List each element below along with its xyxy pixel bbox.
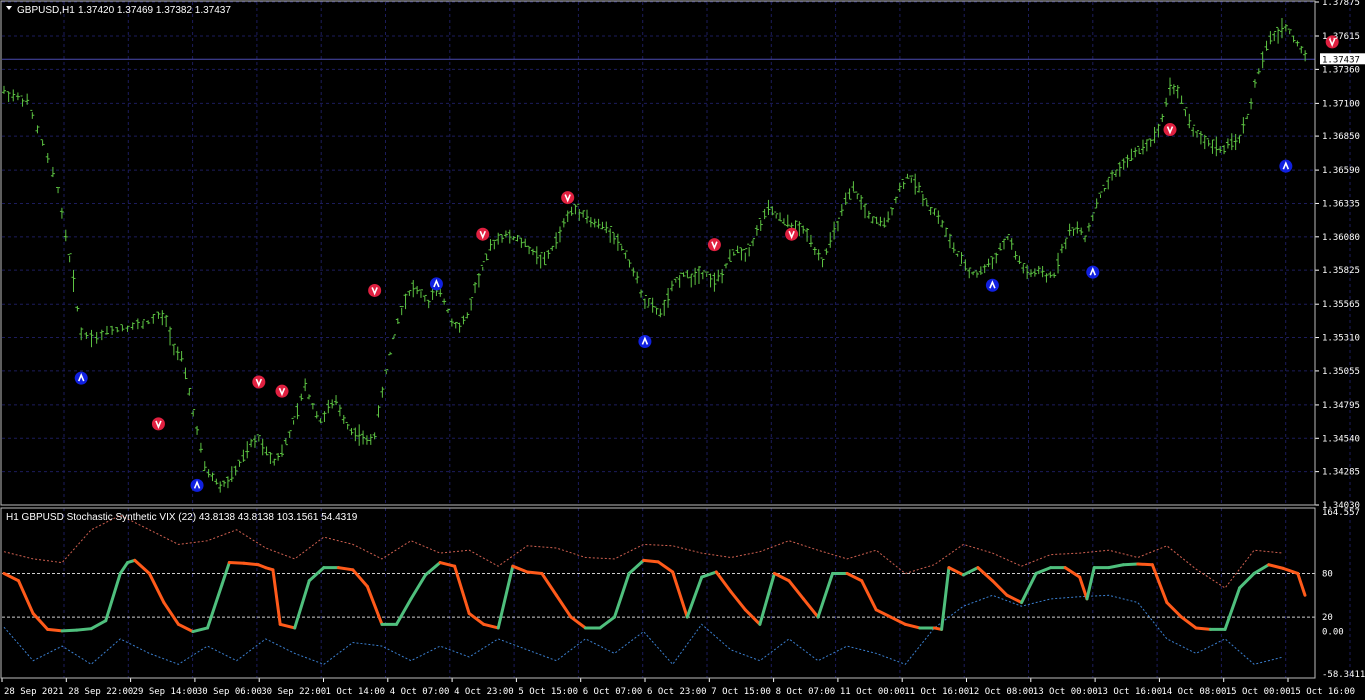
price-tick-label: 1.35055 (1322, 367, 1360, 377)
price-tick-label: 1.34795 (1322, 401, 1360, 411)
indicator-tick-label: 20 (1322, 613, 1333, 623)
oscillator-segment (75, 627, 93, 632)
oscillator-segment (1194, 626, 1213, 631)
time-tick-label: 4 Oct 07:00 (390, 687, 450, 697)
current-price-label: 1.37437 (1322, 55, 1360, 65)
indicator-header: H1 GBPUSD Stochastic Synthetic VIX (22) … (6, 512, 358, 523)
chart-header: GBPUSD,H1 1.37420 1.37469 1.37382 1.3743… (6, 5, 231, 16)
time-tick-label: 30 Sep 06:00 (197, 687, 262, 697)
price-tick-label: 1.36590 (1322, 166, 1360, 176)
price-tick-label: 1.36080 (1322, 233, 1360, 243)
time-tick-label: 28 Sep 22:00 (68, 687, 133, 697)
price-tick-label: 1.35825 (1322, 266, 1360, 276)
price-tick-label: 1.35310 (1322, 334, 1360, 344)
time-tick-label: 11 Oct 16:00 (904, 687, 969, 697)
price-tick-label: 1.37615 (1322, 32, 1360, 42)
price-tick-label: 1.35565 (1322, 300, 1360, 310)
time-tick-label: 4 Oct 23:00 (454, 687, 514, 697)
chart-background (0, 0, 1365, 700)
indicator-tick-label: 0.00 (1322, 628, 1344, 638)
price-tick-label: 1.37360 (1322, 65, 1360, 75)
time-tick-label: 8 Oct 07:00 (776, 687, 836, 697)
time-tick-label: 28 Sep 2021 (4, 687, 64, 697)
price-tick-label: 1.37875 (1322, 0, 1360, 8)
price-tick-label: 1.34285 (1322, 468, 1360, 478)
time-tick-label: 7 Oct 15:00 (711, 687, 771, 697)
oscillator-segment (1121, 562, 1140, 567)
time-tick-label: 6 Oct 07:00 (583, 687, 643, 697)
time-tick-label: 13 Oct 16:00 (1097, 687, 1162, 697)
oscillator-segment (227, 561, 246, 565)
time-tick-label: 5 Oct 15:00 (518, 687, 578, 697)
indicator-tick-label: -58.3411 (1322, 670, 1365, 680)
time-tick-label: 15 Oct 16:00 (1290, 687, 1355, 697)
indicator-tick-label: 164.557 (1322, 508, 1360, 518)
price-tick-label: 1.37100 (1322, 99, 1360, 109)
oscillator-segment (60, 628, 79, 633)
time-tick-label: 1 Oct 14:00 (326, 687, 386, 697)
time-tick-label: 14 Oct 08:00 (1161, 687, 1226, 697)
oscillator-segment (642, 558, 660, 564)
price-tick-label: 1.36335 (1322, 199, 1360, 209)
oscillator-segment (46, 627, 64, 633)
price-tick-label: 1.34540 (1322, 434, 1360, 444)
ohlc-values: 1.37420 1.37469 1.37382 1.37437 (78, 5, 231, 16)
oscillator-segment (525, 570, 544, 575)
time-tick-label: 11 Oct 00:00 (840, 687, 905, 697)
time-tick-label: 29 Sep 14:00 (133, 687, 198, 697)
time-tick-label: 30 Sep 22:00 (261, 687, 326, 697)
symbol-label: GBPUSD,H1 (17, 5, 75, 16)
trading-chart[interactable]: 1.37875 1.37615 1.37360 1.37100 1.36850 1.365… (0, 0, 1365, 700)
time-tick-label: 13 Oct 00:00 (1033, 687, 1098, 697)
time-tick-label: 6 Oct 23:00 (647, 687, 707, 697)
price-tick-label: 1.36850 (1322, 132, 1360, 142)
oscillator-segment (242, 561, 260, 567)
time-tick-label: 12 Oct 08:00 (969, 687, 1034, 697)
oscillator-segment (1136, 562, 1154, 567)
indicator-tick-label: 80 (1322, 569, 1333, 579)
time-tick-label: 15 Oct 00:00 (1226, 687, 1291, 697)
